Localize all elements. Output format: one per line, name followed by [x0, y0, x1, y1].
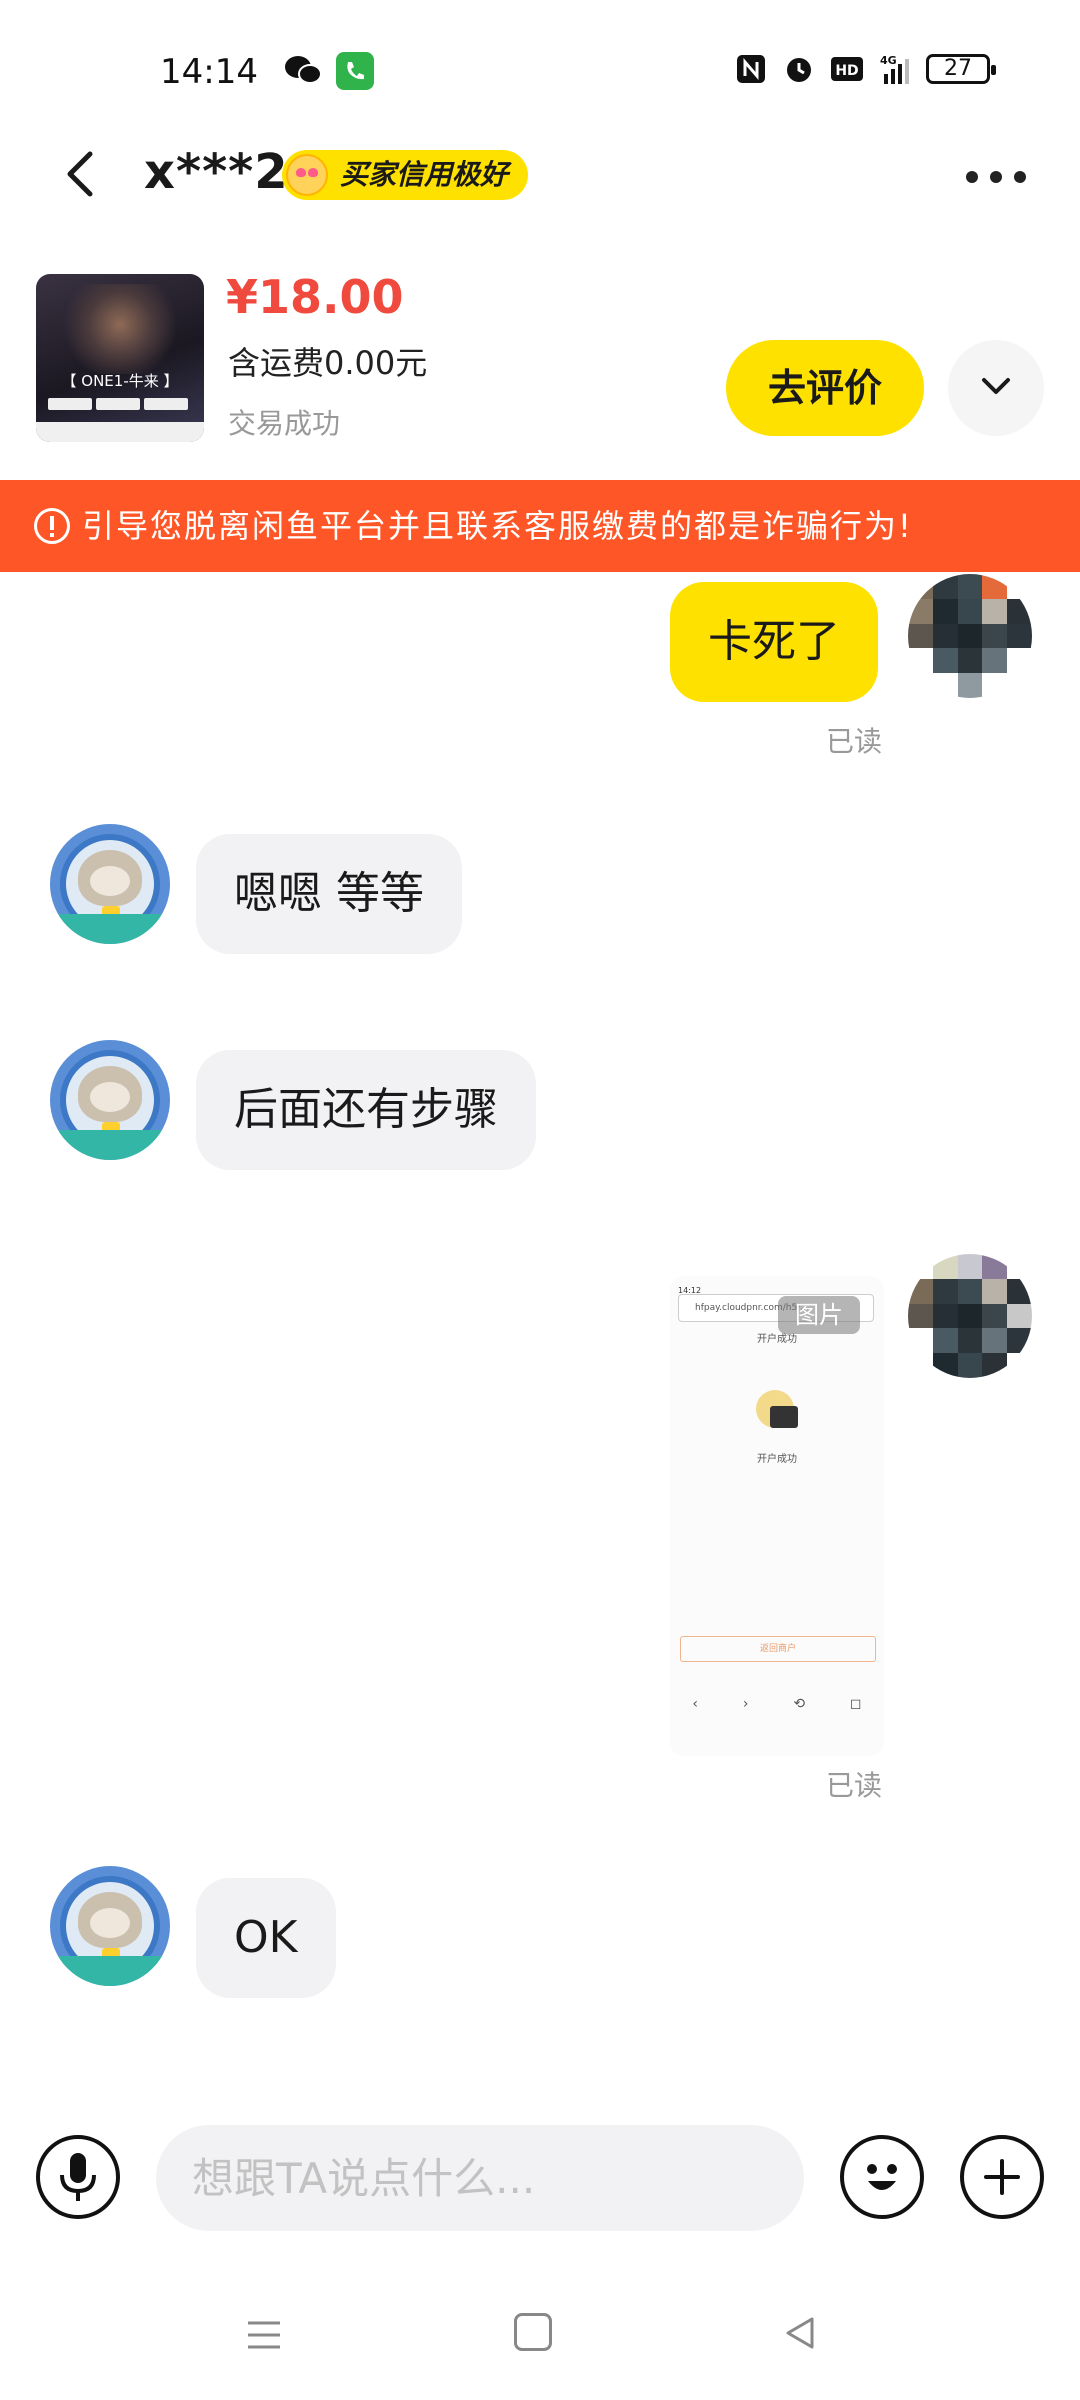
image-message[interactable]: 14:12 hfpay.cloudpnr.com/h5/... 图片 开户成功 … — [670, 1276, 884, 1756]
system-nav-bar — [0, 2275, 1080, 2400]
my-avatar[interactable] — [908, 574, 1032, 698]
warning-text: 引导您脱离闲鱼平台并且联系客服缴费的都是诈骗行为! — [82, 507, 913, 545]
card-icon — [770, 1406, 798, 1428]
read-status: 已读 — [826, 725, 883, 758]
seller-avatar[interactable] — [50, 1040, 170, 1160]
image-tag: 图片 — [778, 1296, 860, 1334]
product-thumbnail[interactable]: 【 ONE1-牛来 】 — [36, 274, 204, 442]
image-return-button: 返回商户 — [680, 1636, 876, 1662]
my-avatar[interactable] — [908, 1254, 1032, 1378]
home-icon[interactable] — [514, 2313, 552, 2351]
message-bubble[interactable]: OK — [196, 1878, 336, 1998]
wechat-icon — [285, 56, 322, 84]
message-bubble[interactable]: 嗯嗯 等等 — [196, 834, 462, 954]
chevron-down-icon — [982, 378, 1010, 394]
image-success-text: 开户成功 — [757, 1454, 797, 1465]
input-bar — [0, 2085, 1080, 2275]
phone-app-icon — [336, 52, 374, 90]
network-label: 4G — [880, 54, 897, 67]
thumb-title: 【 ONE1-牛来 】 — [61, 372, 179, 390]
alarm-icon — [787, 58, 811, 82]
seller-avatar[interactable] — [50, 824, 170, 944]
chat-header: x***2 买家信用极好 — [0, 140, 1080, 270]
fraud-warning-banner: 引导您脱离闲鱼平台并且联系客服缴费的都是诈骗行为! — [0, 480, 1080, 572]
emoji-icon[interactable] — [840, 2135, 924, 2219]
warning-icon — [34, 508, 70, 544]
plus-icon[interactable] — [960, 2135, 1044, 2219]
credit-badge: 买家信用极好 — [282, 150, 529, 200]
microphone-icon[interactable] — [36, 2135, 120, 2219]
message-bubble[interactable]: 后面还有步骤 — [196, 1050, 536, 1170]
status-bar: 14:14 HD 4G 27 — [0, 0, 1080, 140]
review-button[interactable]: 去评价 — [726, 340, 924, 436]
trade-status: 交易成功 — [228, 407, 341, 440]
chat-title: x***2 — [144, 144, 289, 200]
credit-badge-label: 买家信用极好 — [340, 158, 509, 191]
seller-avatar[interactable] — [50, 1866, 170, 1986]
signal-icon: 4G — [880, 54, 909, 84]
more-icon[interactable] — [966, 162, 1036, 192]
product-card[interactable]: 【 ONE1-牛来 】 ¥18.00 含运费0.00元 交易成功 去评价 — [0, 270, 1080, 480]
status-icons: HD 4G 27 — [734, 52, 996, 86]
image-page-title: 开户成功 — [757, 1334, 797, 1345]
message-bubble[interactable]: 卡死了 — [670, 582, 878, 702]
image-browser-nav: ‹ › ⟲ ◻ — [692, 1696, 862, 1712]
heart-eyes-icon — [286, 154, 328, 196]
message-input[interactable] — [156, 2125, 804, 2231]
hd-icon: HD — [831, 57, 863, 81]
status-time: 14:14 — [160, 52, 258, 92]
battery-indicator: 27 — [926, 54, 996, 84]
product-price: ¥18.00 — [226, 270, 404, 324]
nfc-icon — [737, 55, 765, 83]
back-icon[interactable] — [46, 140, 116, 210]
read-status: 已读 — [826, 1769, 883, 1802]
svg-text:HD: HD — [835, 63, 858, 79]
expand-button[interactable] — [948, 340, 1044, 436]
product-shipping: 含运费0.00元 — [228, 344, 428, 382]
back-triangle-icon[interactable] — [780, 2313, 820, 2353]
menu-icon[interactable] — [244, 2315, 284, 2355]
